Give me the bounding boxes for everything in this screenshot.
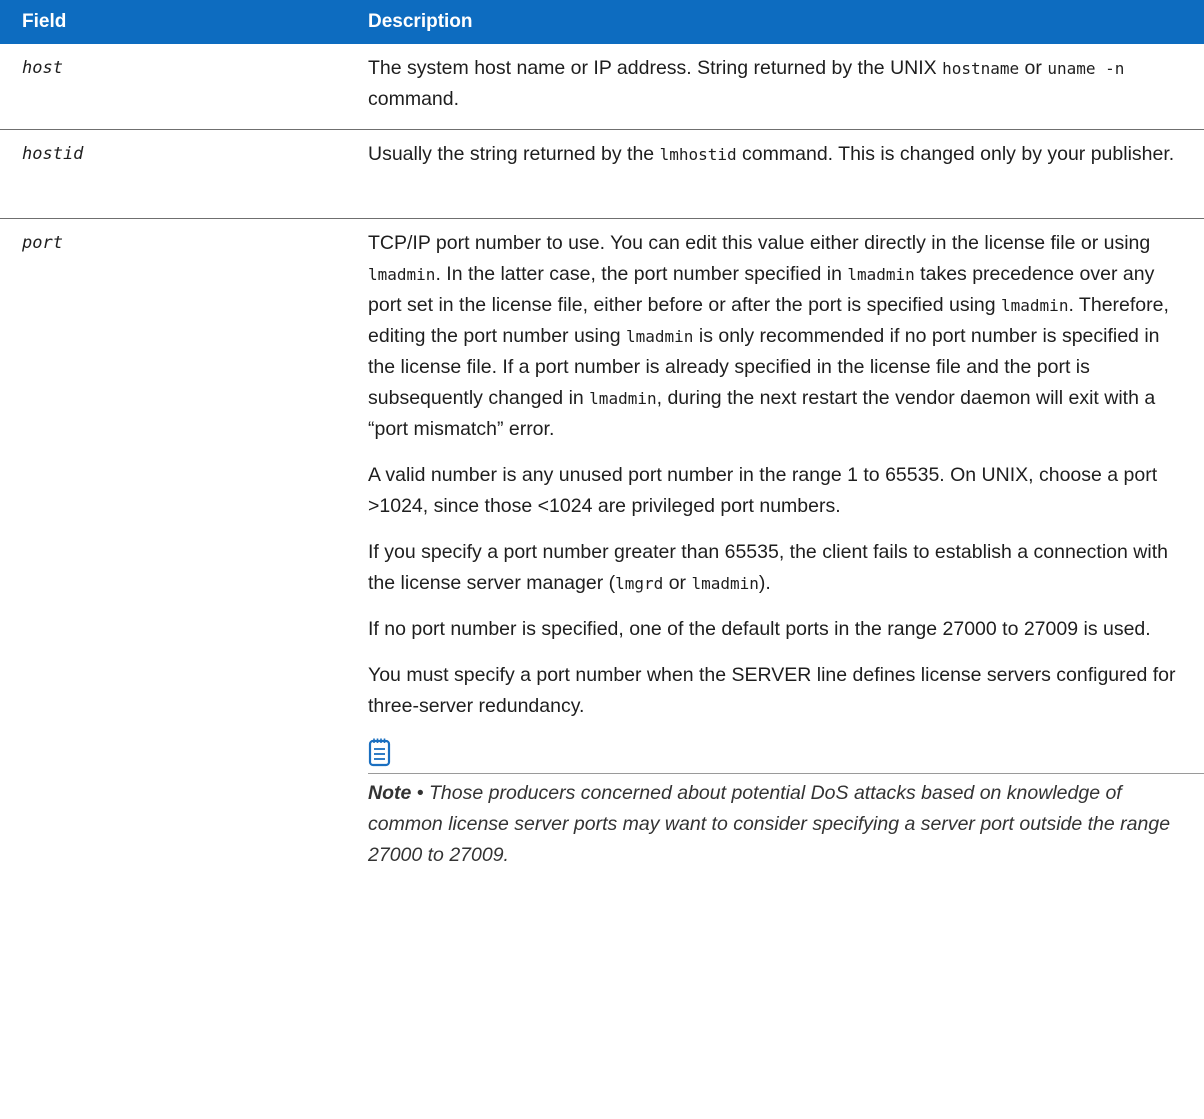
field-description: The system host name or IP address. Stri… (368, 44, 1204, 129)
desc-text: command. This is changed only by your pu… (736, 143, 1175, 165)
description-paragraph: TCP/IP port number to use. You can edit … (368, 228, 1184, 445)
desc-text: Usually the string returned by the (368, 143, 660, 165)
desc-code: uname -n (1047, 59, 1125, 78)
description-paragraph: You must specify a port number when the … (368, 664, 1176, 717)
table-row: host The system host name or IP address.… (0, 44, 1204, 130)
desc-text: ). (758, 572, 771, 594)
desc-code: lmadmin (626, 327, 694, 346)
desc-text: . In the latter case, the port number sp… (435, 263, 848, 285)
field-description: TCP/IP port number to use. You can edit … (368, 219, 1204, 1119)
desc-code: lmadmin (1001, 296, 1069, 315)
desc-code: lmadmin (691, 574, 759, 593)
field-name: port (22, 233, 63, 253)
field-name: host (22, 58, 63, 78)
desc-text: or (663, 572, 692, 594)
note-text: Note • Those producers concerned about p… (368, 778, 1184, 871)
desc-code: lmadmin (847, 265, 915, 284)
table-row: port TCP/IP port number to use. You can … (0, 219, 1204, 1119)
header-description: Description (368, 11, 473, 32)
field-description-table: Field Description host The system host n… (0, 0, 1204, 1119)
note-separator: • (411, 782, 430, 804)
note-label: Note (368, 782, 412, 804)
desc-code: hostname (942, 59, 1020, 78)
description-paragraph: A valid number is any unused port number… (368, 464, 1158, 517)
description-paragraph: If no port number is specified, one of t… (368, 618, 1151, 640)
table-row: hostid Usually the string returned by th… (0, 130, 1204, 219)
field-name: hostid (22, 144, 84, 164)
table-header: Field Description (0, 0, 1204, 44)
desc-text: TCP/IP port number to use. You can edit … (368, 232, 1151, 254)
desc-text: The system host name or IP address. Stri… (368, 57, 943, 79)
desc-text: or (1019, 57, 1048, 79)
desc-code: lmadmin (368, 265, 436, 284)
desc-code: lmgrd (615, 574, 664, 593)
note-icon (368, 738, 391, 767)
desc-code: lmhostid (659, 145, 737, 164)
desc-text: command. (368, 88, 460, 110)
note-body: Those producers concerned about potentia… (368, 782, 1171, 866)
desc-code: lmadmin (589, 389, 657, 408)
description-paragraph: If you specify a port number greater tha… (368, 537, 1184, 599)
note-divider (368, 773, 1204, 774)
field-description: Usually the string returned by the lmhos… (368, 130, 1204, 218)
header-field: Field (22, 11, 67, 32)
